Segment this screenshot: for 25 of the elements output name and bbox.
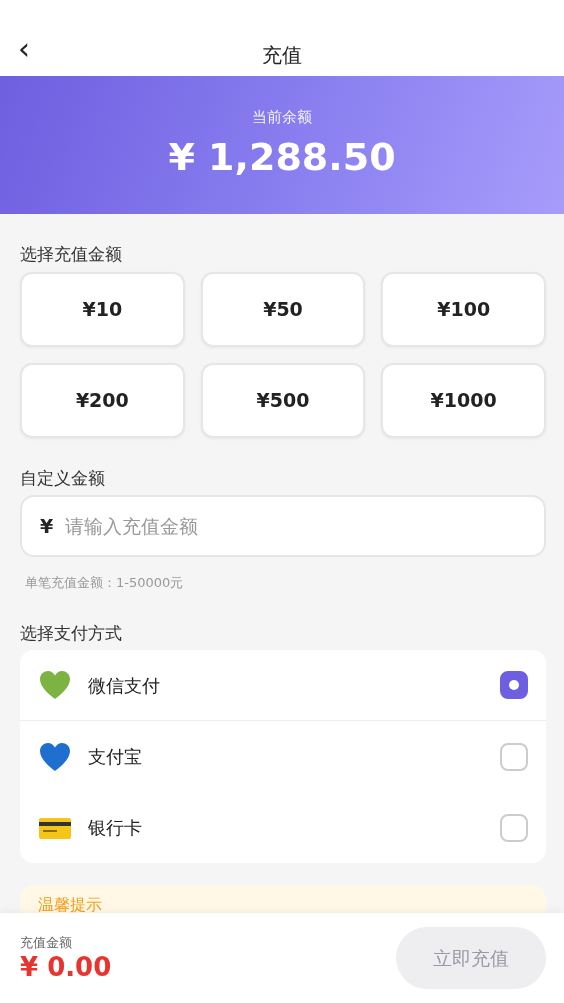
balance-label: 当前余额 [251, 107, 313, 128]
radio-button[interactable] [500, 671, 528, 699]
amount-option[interactable]: ¥200 [20, 362, 185, 438]
payment-label: 银行卡 [88, 816, 143, 840]
amount-input-field[interactable]: 请输入充值金额 [63, 510, 526, 542]
amount-option[interactable]: ¥500 [200, 362, 366, 438]
tips-title: 温馨提示 [38, 894, 103, 916]
amount-option[interactable]: ¥1000 [381, 362, 546, 438]
amount-field[interactable]: ¥ 请输入充值金额 [20, 495, 546, 557]
currency-symbol: ¥ [40, 513, 54, 539]
total-amount: ¥ 0.00 [20, 952, 112, 984]
heart-icon [38, 668, 72, 702]
page-title: 充值 [262, 43, 302, 67]
total-label: 充值金额 [20, 933, 73, 952]
payment-label: 微信支付 [88, 673, 161, 698]
payment-label: 支付宝 [88, 745, 143, 769]
section-title: 自定义金额 [20, 466, 106, 490]
balance-amount: ¥ 1,288.50 [167, 134, 397, 181]
section-title: 选择支付方式 [20, 621, 123, 645]
amount-option[interactable]: ¥100 [381, 271, 546, 347]
section-title: 选择充值金额 [20, 243, 123, 266]
amount-hint: 单笔充值金额：1-50000元 [24, 574, 185, 592]
amount-option[interactable]: ¥10 [20, 271, 185, 347]
back-button[interactable]: ‹ [14, 34, 34, 64]
amount-option[interactable]: ¥50 [200, 271, 366, 347]
